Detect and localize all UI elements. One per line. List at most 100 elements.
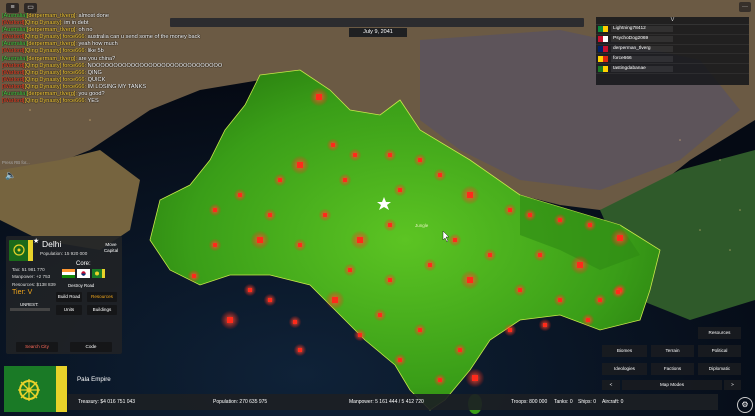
mapmode-factions-button[interactable]: Factions	[651, 363, 694, 375]
city-marker[interactable]	[543, 323, 547, 327]
sound-icon[interactable]: 🔈	[5, 170, 16, 181]
city-marker[interactable]	[508, 208, 512, 212]
mapmodes-title: Map Modes	[622, 380, 722, 390]
resources-button[interactable]: Resources	[87, 292, 117, 302]
mapmode-next-button[interactable]: >	[724, 380, 741, 390]
flag-india-icon	[62, 269, 75, 278]
code-button[interactable]: Code	[70, 342, 112, 352]
city-marker[interactable]	[332, 297, 338, 303]
core-flags	[62, 269, 105, 278]
city-marker[interactable]	[467, 192, 473, 198]
city-marker[interactable]	[558, 218, 562, 222]
city-marker[interactable]	[343, 178, 347, 182]
mapmode-terrain-button[interactable]: Terrain	[651, 345, 694, 357]
flag-stripe	[56, 366, 67, 412]
city-marker[interactable]	[213, 208, 217, 212]
city-marker[interactable]	[293, 320, 297, 324]
city-tier: Tier: V	[12, 289, 33, 296]
city-marker[interactable]	[257, 237, 263, 243]
city-marker[interactable]	[323, 213, 327, 217]
mapmode-ideologies-button[interactable]: Ideologies	[602, 363, 647, 375]
nation-flag[interactable]	[4, 366, 67, 412]
city-marker[interactable]	[472, 375, 478, 381]
player-flag-icon	[598, 45, 608, 52]
close-icon[interactable]: ···	[739, 2, 751, 12]
city-marker[interactable]	[388, 223, 392, 227]
mapmode-political-button[interactable]: Political	[698, 345, 741, 357]
player-row[interactable]: Lightning78412	[596, 25, 749, 35]
city-marker[interactable]	[297, 162, 303, 168]
treasury-stat: Treasury: $4 016 751 043	[78, 399, 136, 405]
mapmode-diplomatic-button[interactable]: Diplomatic	[698, 363, 741, 375]
player-row[interactable]: force666	[596, 54, 749, 65]
city-marker[interactable]	[388, 278, 392, 282]
core-label: Core:	[76, 261, 91, 267]
city-marker[interactable]	[518, 288, 522, 292]
city-marker[interactable]	[418, 158, 422, 162]
player-flag-icon	[598, 55, 608, 62]
city-marker[interactable]	[577, 262, 583, 268]
city-marker[interactable]	[467, 277, 473, 283]
city-marker[interactable]	[528, 213, 532, 217]
menu-icon[interactable]: ≡	[6, 3, 19, 13]
player-row[interactable]: tastingdabanae	[596, 64, 749, 74]
city-marker[interactable]	[298, 348, 302, 352]
player-name: force666	[611, 55, 673, 62]
city-marker[interactable]	[357, 237, 363, 243]
city-marker[interactable]	[617, 235, 623, 241]
nation-emblem-icon	[9, 240, 33, 261]
unrest-bar	[10, 308, 50, 311]
player-row[interactable]: derperman_tlverg	[596, 45, 749, 55]
units-button[interactable]: Units	[56, 305, 82, 315]
city-marker[interactable]	[378, 313, 382, 317]
city-marker[interactable]	[398, 358, 402, 362]
city-marker[interactable]	[316, 94, 322, 100]
city-marker[interactable]	[588, 223, 592, 227]
settings-gear-icon[interactable]: ⚙	[737, 397, 753, 413]
buildings-button[interactable]: Buildings	[87, 305, 117, 315]
tanks-stat: Tanks: 0	[554, 399, 573, 405]
city-marker[interactable]	[192, 274, 196, 278]
city-marker[interactable]	[398, 188, 402, 192]
city-marker[interactable]	[278, 178, 282, 182]
ping-hint: Press RB for...	[2, 160, 30, 165]
chat-toggle-icon[interactable]: ▭	[24, 3, 37, 13]
chat-line: [Australia][derpermam_tlverg]: you good?	[2, 91, 105, 98]
city-marker[interactable]	[213, 243, 217, 247]
city-marker[interactable]	[598, 298, 602, 302]
city-marker[interactable]	[298, 243, 302, 247]
city-marker[interactable]	[458, 348, 462, 352]
city-marker[interactable]	[558, 298, 562, 302]
map-label-jungle: Jungle	[415, 223, 429, 228]
player-list-header[interactable]: V	[596, 17, 749, 25]
flag-korea-icon	[77, 269, 90, 278]
city-marker[interactable]	[453, 238, 457, 242]
city-marker[interactable]	[438, 173, 442, 177]
mapmode-biomes-button[interactable]: Biomes	[602, 345, 647, 357]
move-capital-button[interactable]: Move Capital	[101, 242, 121, 254]
city-marker[interactable]	[238, 193, 242, 197]
mapmode-resources-button[interactable]: Resources	[698, 327, 741, 339]
city-marker[interactable]	[268, 213, 272, 217]
city-marker[interactable]	[331, 143, 335, 147]
city-marker[interactable]	[488, 253, 492, 257]
search-city-button[interactable]: Search City	[16, 342, 58, 352]
city-marker[interactable]	[616, 290, 620, 294]
city-marker[interactable]	[388, 153, 392, 157]
city-marker[interactable]	[268, 298, 272, 302]
city-marker[interactable]	[227, 317, 233, 323]
city-marker[interactable]	[538, 253, 542, 257]
city-marker[interactable]	[438, 378, 442, 382]
city-marker[interactable]	[348, 268, 352, 272]
city-marker[interactable]	[586, 318, 590, 322]
city-marker[interactable]	[353, 153, 357, 157]
player-row[interactable]: PsychoDog2069	[596, 35, 749, 45]
city-marker[interactable]	[508, 328, 512, 332]
build-road-button[interactable]: Build Road	[56, 292, 82, 302]
city-marker[interactable]	[358, 333, 362, 337]
mapmode-prev-button[interactable]: <	[602, 380, 620, 390]
city-marker[interactable]	[428, 263, 432, 267]
city-marker[interactable]	[418, 328, 422, 332]
destroy-road-button[interactable]: Destroy Road	[68, 283, 94, 288]
city-marker[interactable]	[248, 288, 252, 292]
